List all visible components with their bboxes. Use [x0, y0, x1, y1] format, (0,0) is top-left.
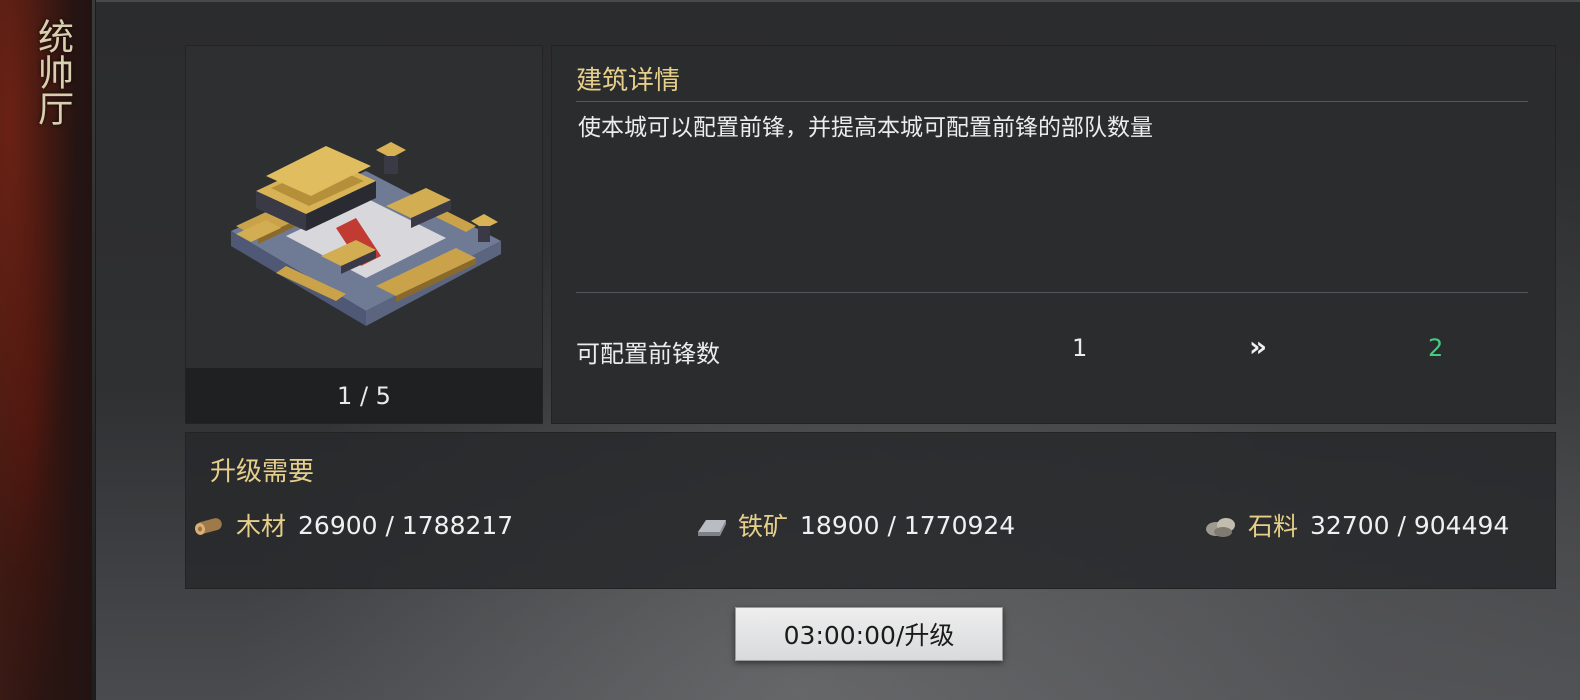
resource-iron-value: 18900 / 1770924 — [800, 510, 1016, 540]
building-preview-panel[interactable]: 1 / 5 — [185, 45, 543, 424]
requirements-title: 升级需要 — [210, 457, 315, 487]
stone-icon — [1206, 518, 1235, 537]
resource-iron-name: 铁矿 — [738, 512, 789, 541]
stat-label: 可配置前锋数 — [576, 340, 720, 368]
resource-iron: 铁矿 18900 / 1770924 — [694, 507, 1015, 543]
resource-stone: 石料 32700 / 904494 — [1204, 507, 1509, 543]
wood-log-icon — [194, 518, 222, 535]
building-pager: 1 / 5 — [186, 368, 542, 423]
detail-title-divider — [576, 101, 1528, 102]
resource-wood: 木材 26900 / 1788217 — [192, 507, 513, 543]
screen: 统帅厅 1 / 5 建筑详情 使本城可以配置前锋，并提高本城可配置前锋的部队数量… — [0, 0, 1580, 700]
stat-next-value: 2 — [1428, 334, 1444, 362]
stat-current-value: 1 — [1072, 334, 1088, 362]
resource-stone-value: 32700 / 904494 — [1310, 510, 1510, 540]
iron-ingot-icon — [698, 520, 726, 536]
double-chevron-right-icon: » — [1249, 330, 1268, 363]
top-border — [95, 0, 1580, 2]
upgrade-requirements-panel: 升级需要 木材 26900 / 1788217 铁矿 18900 / 17709… — [185, 432, 1556, 589]
stat-divider — [576, 292, 1528, 293]
upgrade-button[interactable]: 03:00:00/升级 — [735, 607, 1003, 661]
resource-stone-name: 石料 — [1248, 512, 1299, 541]
detail-title: 建筑详情 — [576, 66, 681, 96]
resource-wood-value: 26900 / 1788217 — [298, 510, 514, 540]
detail-description: 使本城可以配置前锋，并提高本城可配置前锋的部队数量 — [578, 115, 1153, 141]
resource-wood-name: 木材 — [236, 512, 287, 541]
building-image — [231, 142, 501, 326]
building-name-title: 统帅厅 — [32, 18, 73, 126]
side-title-strip: 统帅厅 — [0, 0, 96, 700]
building-detail-panel: 建筑详情 使本城可以配置前锋，并提高本城可配置前锋的部队数量 可配置前锋数 1 … — [551, 45, 1556, 424]
